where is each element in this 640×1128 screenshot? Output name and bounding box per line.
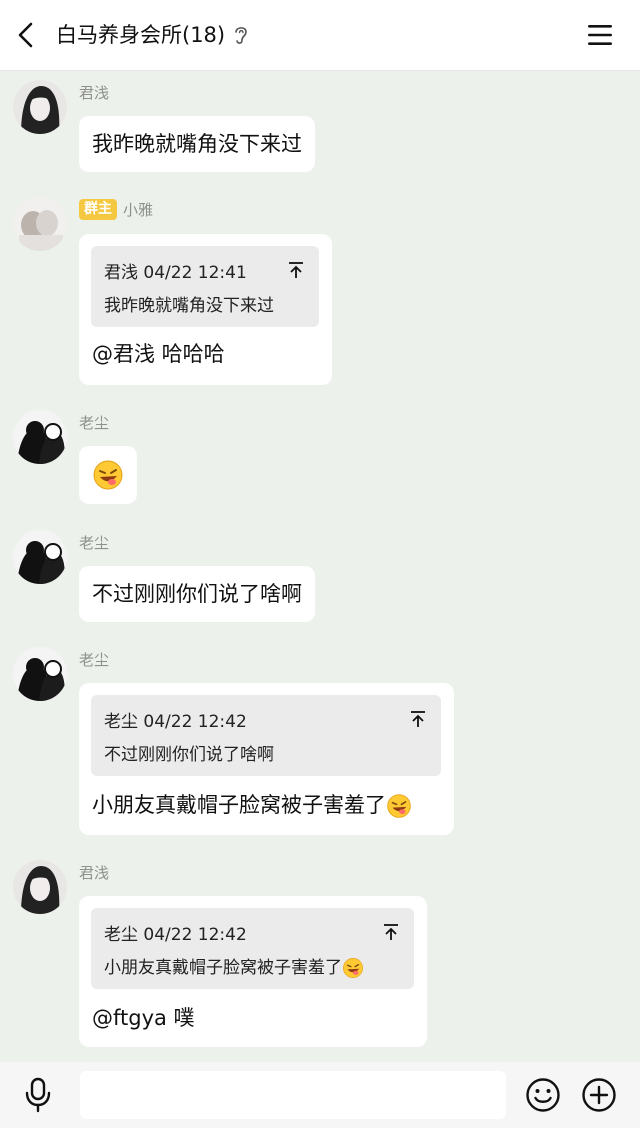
message-input[interactable] [80, 1071, 506, 1119]
sender-row: 君浅 [79, 860, 109, 884]
add-icon[interactable] [581, 1077, 617, 1113]
message-bubble[interactable]: 不过刚刚你们说了啥啊 [79, 566, 315, 622]
sender-name: 老尘 [79, 650, 110, 669]
sender-row: 老尘 [79, 647, 109, 671]
avatar[interactable] [13, 860, 67, 914]
jump-to-top-icon[interactable] [409, 709, 427, 729]
avatar[interactable] [13, 647, 67, 701]
laughing-tongue-emoji [387, 794, 411, 818]
quote-text: 不过刚刚你们说了啥啊 [104, 745, 274, 765]
ear-icon [235, 27, 247, 44]
quote-text: 我昨晚就嘴角没下来过 [104, 296, 274, 316]
laughing-tongue-emoji [93, 460, 123, 490]
sender-row: 老尘 [79, 530, 109, 554]
avatar[interactable] [13, 410, 67, 464]
quoted-message[interactable]: 老尘 04/22 12:42 不过刚刚你们说了啥啊 [91, 695, 441, 776]
sender-row: 老尘 [79, 410, 109, 434]
input-bar [0, 1062, 640, 1128]
message-text: @ftgya 噗 [92, 1006, 195, 1030]
quote-meta: 老尘 04/22 12:42 [104, 925, 247, 945]
sender-name: 君浅 [79, 863, 110, 882]
message-text: 我昨晚就嘴角没下来过 [92, 132, 302, 156]
quote-meta: 君浅 04/22 12:41 [104, 263, 247, 283]
back-arrow-icon[interactable] [14, 21, 40, 49]
quote-meta: 老尘 04/22 12:42 [104, 712, 247, 732]
quote-text-row: 小朋友真戴帽子脸窝被子害羞了 [104, 953, 364, 979]
sender-name: 小雅 [123, 200, 154, 219]
avatar[interactable] [13, 530, 67, 584]
sender-row: 君浅 [79, 80, 109, 104]
avatar[interactable] [13, 80, 67, 134]
quoted-message[interactable]: 老尘 04/22 12:42 小朋友真戴帽子脸窝被子害羞了 [91, 908, 414, 989]
menu-icon[interactable] [586, 22, 614, 48]
sender-row: 群主 小雅 [79, 197, 153, 221]
message-text: 不过刚刚你们说了啥啊 [92, 582, 302, 606]
quote-text: 小朋友真戴帽子脸窝被子害羞了 [104, 958, 342, 978]
message-text: 小朋友真戴帽子脸窝被子害羞了 [92, 793, 386, 817]
chat-title: 白马养身会所(18) [56, 23, 226, 47]
message-bubble[interactable]: 老尘 04/22 12:42 小朋友真戴帽子脸窝被子害羞了 @ftgya 噗 [79, 896, 427, 1047]
message-bubble[interactable]: 老尘 04/22 12:42 不过刚刚你们说了啥啊 小朋友真戴帽子脸窝被子害羞了 [79, 683, 454, 835]
quoted-message[interactable]: 君浅 04/22 12:41 我昨晚就嘴角没下来过 [91, 246, 319, 327]
message-bubble[interactable]: 我昨晚就嘴角没下来过 [79, 116, 315, 172]
laughing-tongue-emoji [343, 958, 363, 978]
jump-to-top-icon[interactable] [287, 260, 305, 280]
owner-badge: 群主 [79, 198, 117, 220]
chat-header: 白马养身会所(18) [0, 0, 640, 71]
message-bubble[interactable] [79, 446, 137, 504]
message-text: @君浅 哈哈哈 [92, 342, 225, 366]
sender-name: 老尘 [79, 533, 110, 552]
sender-name: 君浅 [79, 83, 110, 102]
sender-name: 老尘 [79, 413, 110, 432]
microphone-icon[interactable] [22, 1077, 54, 1113]
jump-to-top-icon[interactable] [382, 922, 400, 942]
message-bubble[interactable]: 君浅 04/22 12:41 我昨晚就嘴角没下来过 @君浅 哈哈哈 [79, 234, 332, 385]
avatar[interactable] [13, 197, 67, 251]
emoji-icon[interactable] [525, 1077, 561, 1113]
message-text-row: 小朋友真戴帽子脸窝被子害羞了 [92, 790, 412, 820]
